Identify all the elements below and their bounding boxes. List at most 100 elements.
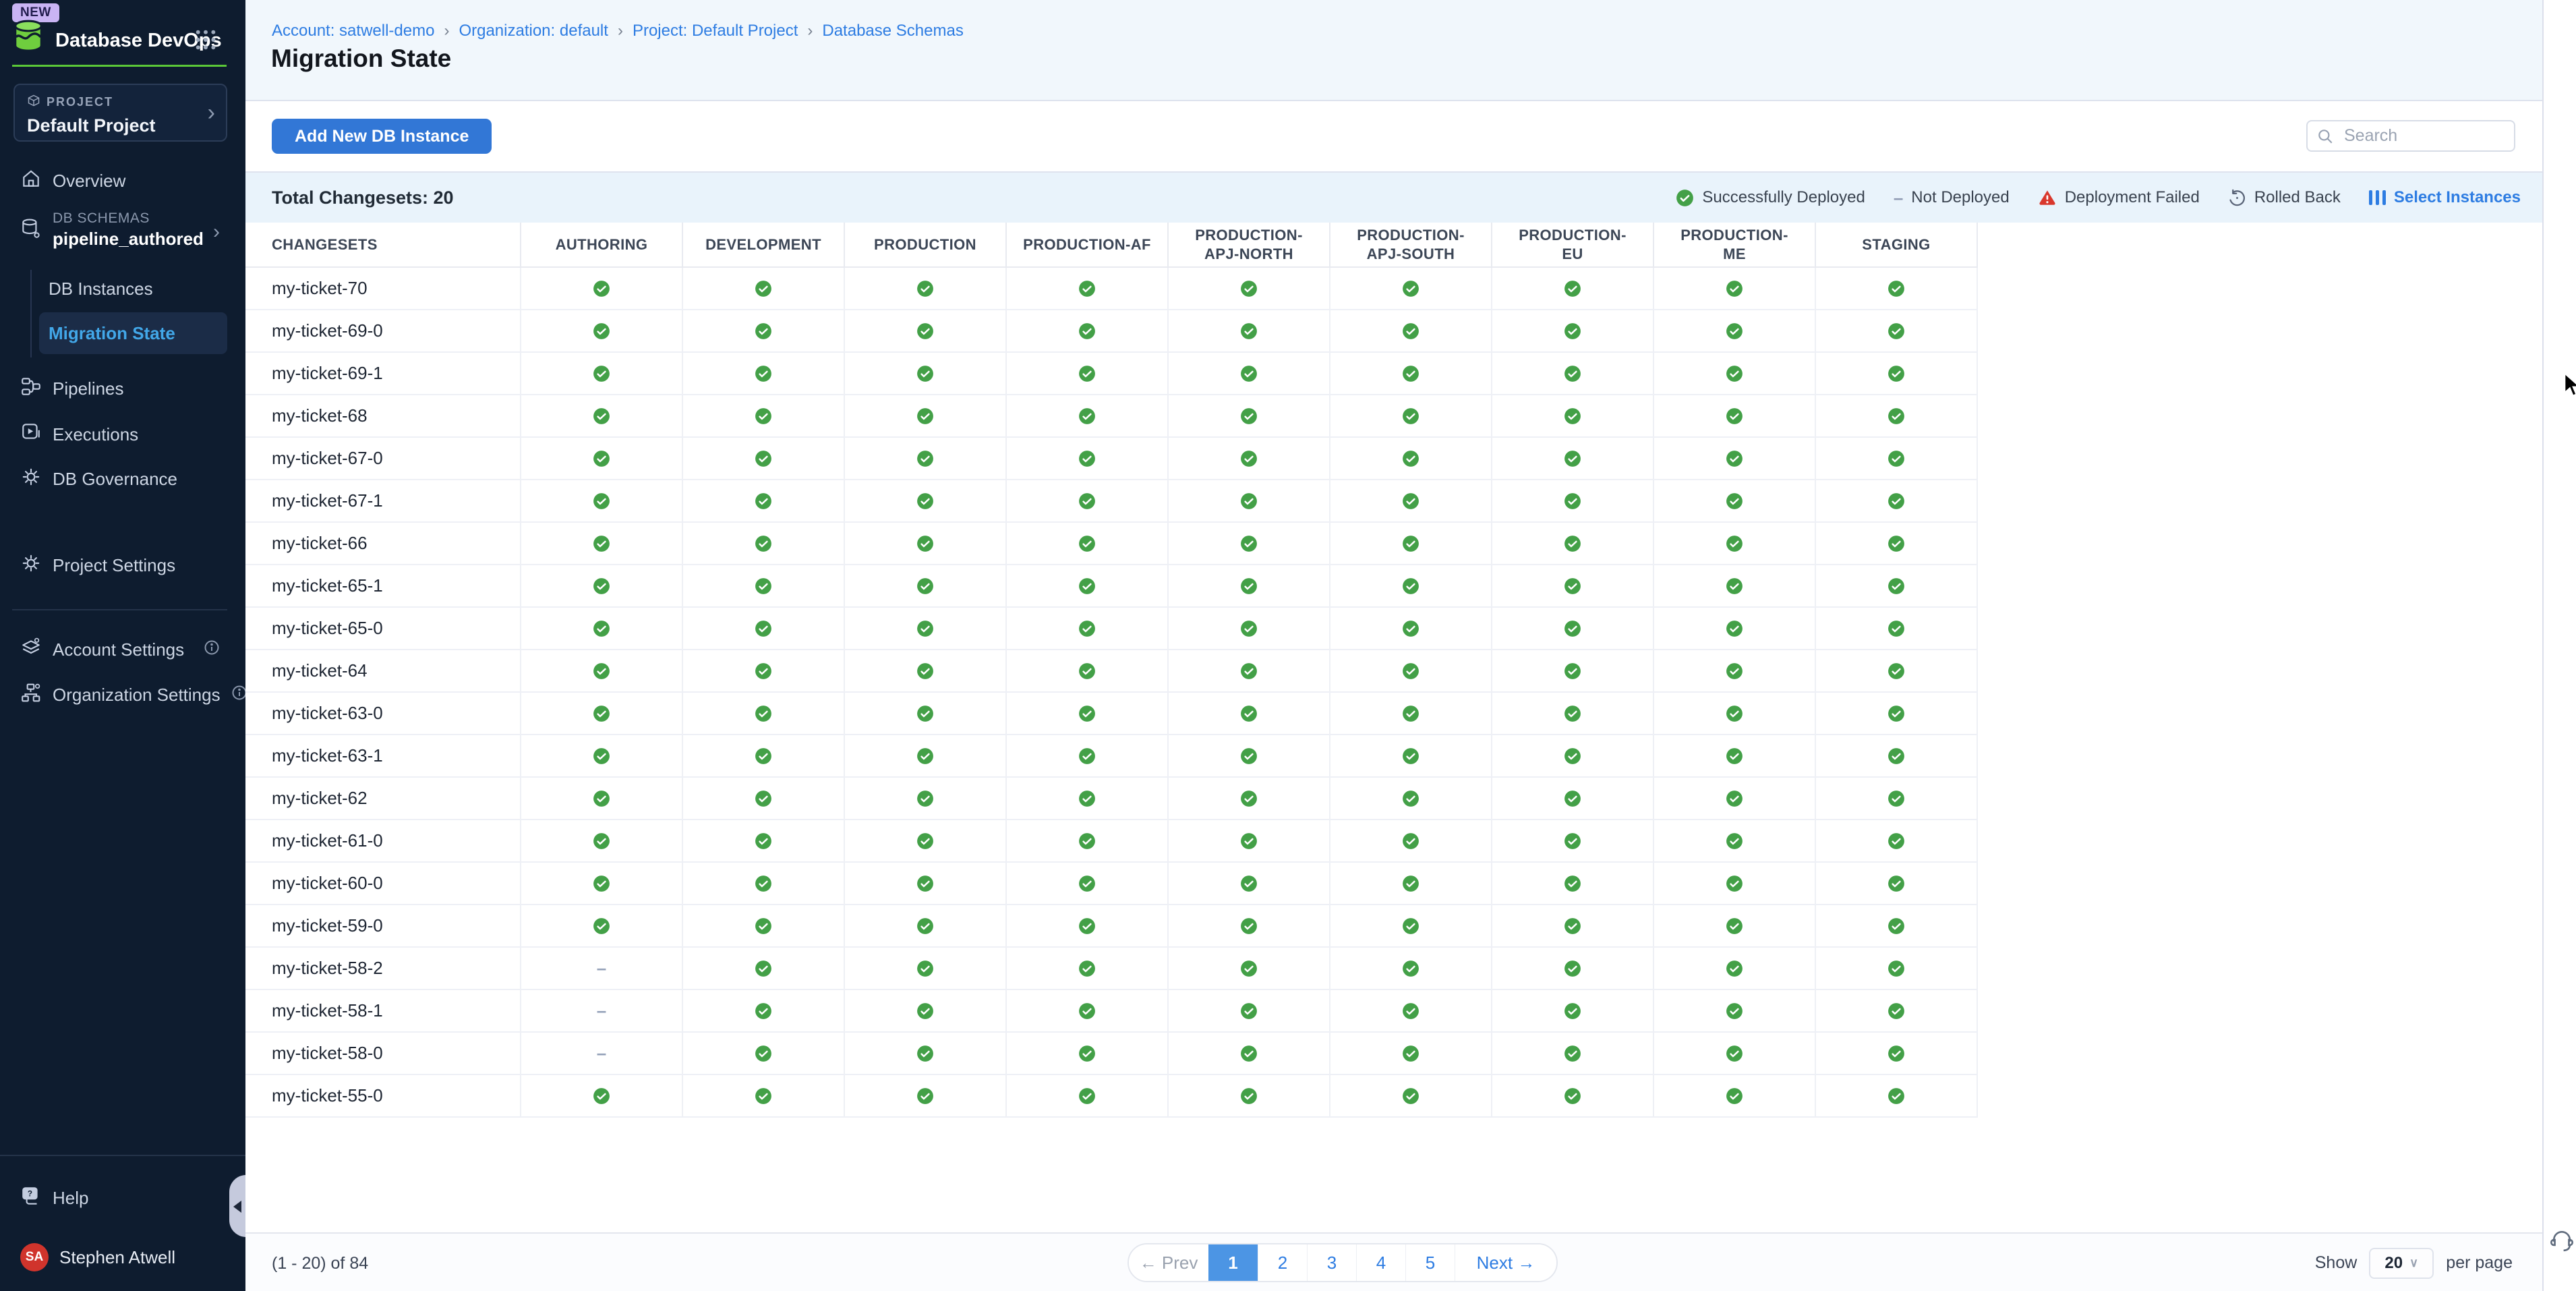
sidebar-item-overview[interactable]: Overview [0,162,245,200]
prev-page-button[interactable]: ← Prev [1129,1244,1208,1281]
status-cell [845,948,1007,989]
status-cell [1654,1033,1816,1074]
not-deployed-dash-icon: – [597,958,606,979]
status-cell [521,863,683,904]
page-button-5[interactable]: 5 [1405,1244,1455,1281]
breadcrumb-link[interactable]: Account: satwell-demo [272,22,434,40]
sidebar-item-db-schemas[interactable]: DB SCHEMAS pipeline_authored › [0,206,245,254]
status-cell [683,948,845,989]
success-check-icon [755,407,772,425]
sidebar-item-executions[interactable]: Executions [0,415,245,453]
success-check-icon [916,790,934,807]
success-check-icon [916,1087,934,1105]
project-selector[interactable]: PROJECT Default Project › [13,84,227,142]
success-check-icon [1402,705,1419,722]
success-check-icon [755,875,772,892]
status-cell [521,565,683,606]
status-cell [521,820,683,861]
page-button-1[interactable]: 1 [1208,1244,1258,1281]
status-cell [845,1075,1007,1116]
status-cell [1169,523,1330,564]
success-check-icon [1564,1002,1581,1020]
add-new-db-instance-button[interactable]: Add New DB Instance [272,119,492,154]
status-cell [1330,608,1492,649]
status-cell [1330,693,1492,734]
success-check-icon [1726,1002,1743,1020]
status-cell [1492,1075,1654,1116]
status-cell [1492,990,1654,1031]
success-check-icon [755,620,772,637]
sidebar-item-migration-state[interactable]: Migration State [39,312,227,354]
success-check-icon [1240,832,1258,850]
status-cell [1007,693,1169,734]
sidebar-item-db-instances[interactable]: DB Instances [39,271,227,306]
success-check-icon [755,492,772,510]
scroll-gutter[interactable] [2542,0,2576,1291]
page-size-select[interactable]: 20 ∨ [2369,1248,2434,1279]
support-chat-icon[interactable] [2550,1229,2573,1259]
status-cell [1330,565,1492,606]
success-check-icon [755,747,772,765]
success-check-icon [1240,747,1258,765]
success-check-icon [593,492,610,510]
changeset-name: my-ticket-68 [245,395,521,436]
status-cell [845,863,1007,904]
status-cell [683,990,845,1031]
sidebar-item-pipelines[interactable]: Pipelines [0,370,245,407]
info-icon[interactable] [204,639,220,660]
breadcrumb-link[interactable]: Organization: default [459,22,608,40]
status-cell [1007,310,1169,351]
success-check-icon [1402,365,1419,382]
status-cell [1169,438,1330,479]
success-check-icon [1240,280,1258,297]
sidebar-item-account-settings[interactable]: Account Settings [0,631,245,668]
status-cell [845,778,1007,819]
table-row: my-ticket-61-0 [245,820,1978,863]
success-check-icon [593,1087,610,1105]
status-cell [1816,1033,1978,1074]
sidebar-item-db-governance[interactable]: DB Governance [0,460,245,498]
status-cell [521,523,683,564]
next-page-button[interactable]: Next → [1455,1244,1556,1281]
success-check-icon [1078,832,1096,850]
status-cell [683,905,845,946]
sidebar-item-project-settings[interactable]: Project Settings [0,546,245,584]
success-check-icon [1887,450,1905,467]
success-check-icon [1402,492,1419,510]
page-button-4[interactable]: 4 [1356,1244,1405,1281]
info-icon[interactable] [231,685,247,706]
status-cell [1330,395,1492,436]
success-check-icon [593,322,610,340]
sidebar-item-organization-settings[interactable]: Organization Settings [0,676,245,714]
not-deployed-dash-icon: – [597,1043,606,1064]
status-cell [1007,395,1169,436]
success-check-icon [916,450,934,467]
success-check-icon [1887,577,1905,595]
table-row: my-ticket-70 [245,268,1978,310]
changeset-name: my-ticket-58-0 [245,1033,521,1074]
legend-label: Not Deployed [1911,188,2009,207]
main-content: Account: satwell-demo›Organization: defa… [245,0,2542,1291]
breadcrumb-link[interactable]: Database Schemas [822,22,963,40]
success-check-icon [916,577,934,595]
status-cell [1816,905,1978,946]
changeset-name: my-ticket-59-0 [245,905,521,946]
user-menu[interactable]: SA Stephen Atwell [0,1236,245,1278]
status-cell [683,565,845,606]
status-cell [1330,480,1492,521]
breadcrumb-link[interactable]: Project: Default Project [633,22,798,40]
app-grid-icon[interactable] [194,28,217,55]
success-check-icon [593,407,610,425]
sidebar-collapse-handle[interactable] [229,1175,246,1237]
status-cell [1492,438,1654,479]
sidebar-item-help[interactable]: ? Help [0,1179,245,1217]
success-check-icon [1564,365,1581,382]
status-cell [1169,905,1330,946]
search-input[interactable] [2306,120,2515,152]
select-instances-button[interactable]: Select Instances [2369,188,2521,207]
page-button-2[interactable]: 2 [1258,1244,1307,1281]
page-button-3[interactable]: 3 [1307,1244,1356,1281]
status-legend: Successfully Deployed – Not Deployed Dep… [1676,188,2521,208]
status-cell [683,693,845,734]
governance-gear-icon [20,466,42,492]
